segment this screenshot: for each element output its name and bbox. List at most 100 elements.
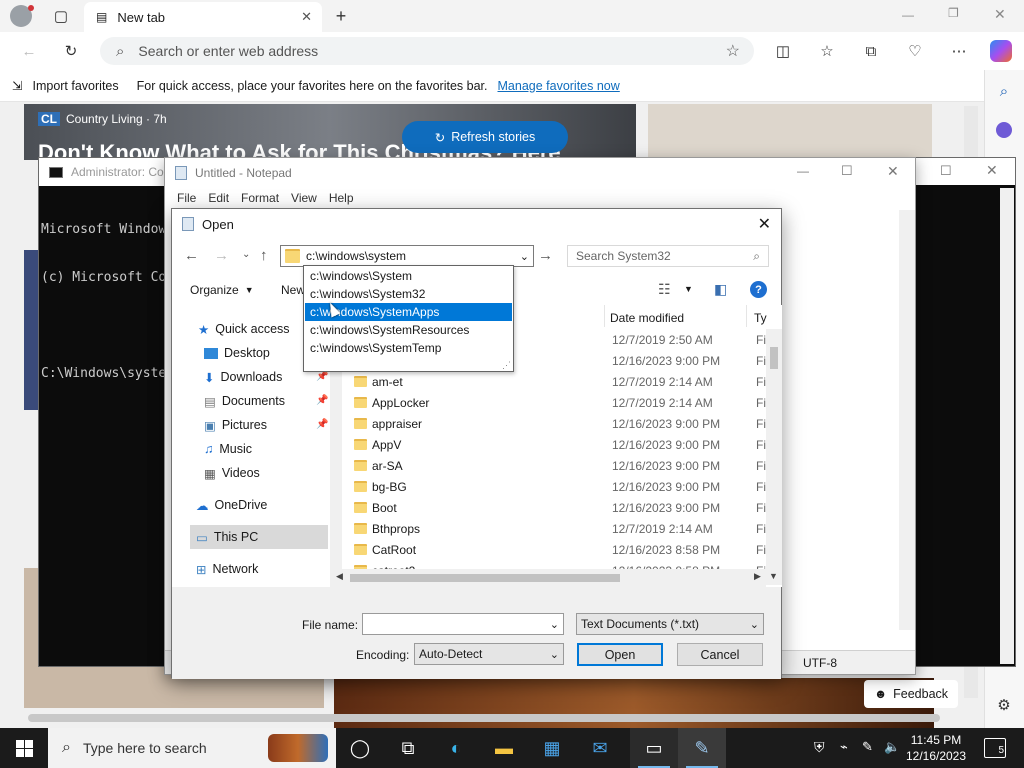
- cancel-button[interactable]: Cancel: [677, 643, 763, 666]
- menu-format[interactable]: Format: [235, 191, 285, 205]
- nav-videos[interactable]: ▦ Videos: [204, 461, 260, 485]
- start-button[interactable]: [0, 728, 48, 768]
- terminal-maximize-icon[interactable]: ☐: [940, 163, 952, 179]
- chevron-down-icon[interactable]: ⌄: [550, 648, 559, 661]
- file-row[interactable]: ar-SA 12/16/2023 9:00 PM Fi: [352, 455, 772, 476]
- favorites-icon[interactable]: ☆: [816, 40, 838, 62]
- address-bar[interactable]: ⌕ Search or enter web address ☆: [100, 37, 754, 65]
- security-icon[interactable]: ⛨: [814, 739, 825, 756]
- add-favorite-icon[interactable]: ☆: [726, 41, 740, 61]
- vscroll-thumb[interactable]: [770, 347, 778, 369]
- column-header-date[interactable]: Date modified: [610, 311, 684, 325]
- horizontal-scrollbar[interactable]: [28, 714, 940, 722]
- refresh-icon[interactable]: ↻: [60, 40, 82, 62]
- open-button[interactable]: Open: [577, 643, 663, 666]
- settings-icon[interactable]: ⚙: [993, 694, 1015, 716]
- cortana-icon[interactable]: ◯: [336, 728, 384, 768]
- task-view-icon[interactable]: ⧉: [384, 728, 432, 768]
- nav-forward-icon[interactable]: →: [214, 247, 229, 264]
- chevron-down-icon[interactable]: ⌄: [520, 250, 529, 263]
- back-icon[interactable]: ←: [18, 40, 40, 62]
- chevron-down-icon[interactable]: ⌄: [550, 618, 559, 631]
- view-options-icon[interactable]: ☷: [658, 281, 671, 298]
- import-favorites-link[interactable]: Import favorites: [32, 79, 118, 93]
- path-input[interactable]: c:\windows\system ⌄: [280, 245, 534, 267]
- tab-new-tab[interactable]: ▤ New tab ✕: [84, 2, 322, 32]
- view-caret-icon[interactable]: ▼: [684, 284, 693, 294]
- nav-documents[interactable]: ▤ Documents: [204, 389, 285, 413]
- autocomplete-item[interactable]: c:\windows\System: [305, 267, 512, 285]
- network-status-icon[interactable]: ⌁: [840, 739, 848, 755]
- edge-taskbar-icon[interactable]: ◐: [432, 728, 480, 768]
- file-row[interactable]: AppV 12/16/2023 9:00 PM Fi: [352, 434, 772, 455]
- nav-onedrive[interactable]: ☁ OneDrive: [196, 493, 267, 517]
- volume-icon[interactable]: 🔈: [884, 739, 900, 755]
- chevron-down-icon[interactable]: ⌄: [750, 618, 759, 631]
- scroll-down-icon[interactable]: ▼: [769, 571, 778, 581]
- terminal-close-icon[interactable]: ✕: [986, 162, 998, 179]
- file-explorer-icon[interactable]: ▬: [480, 728, 528, 768]
- autocomplete-item[interactable]: c:\windows\SystemResources: [305, 321, 512, 339]
- terminal-taskbar-icon[interactable]: ▭: [630, 728, 678, 768]
- news-card-right[interactable]: [648, 104, 932, 160]
- file-type-select[interactable]: Text Documents (*.txt) ⌄: [576, 613, 764, 635]
- search-input[interactable]: Search System32 ⌕: [567, 245, 769, 267]
- file-row[interactable]: am-et 12/7/2019 2:14 AM Fi: [352, 371, 772, 392]
- dialog-titlebar[interactable]: Open ✕: [172, 209, 781, 239]
- clock[interactable]: 11:45 PM 12/16/2023: [900, 732, 972, 764]
- recent-locations-icon[interactable]: ⌄: [242, 249, 250, 260]
- copilot-icon[interactable]: [990, 40, 1012, 62]
- nav-network[interactable]: ⊞ Network: [196, 557, 258, 581]
- go-arrow-icon[interactable]: →: [538, 247, 553, 264]
- notepad-minimize-icon[interactable]: —: [797, 164, 809, 178]
- file-row[interactable]: Boot 12/16/2023 9:00 PM Fi: [352, 497, 772, 518]
- notepad-maximize-icon[interactable]: ☐: [841, 163, 853, 179]
- terminal-scrollbar[interactable]: [1000, 188, 1014, 664]
- nav-up-icon[interactable]: ↑: [260, 247, 268, 264]
- nav-this-pc[interactable]: ▭ This PC: [190, 525, 328, 549]
- nav-quick-access[interactable]: ★ Quick access: [198, 317, 290, 341]
- menu-help[interactable]: Help: [323, 191, 360, 205]
- nav-desktop[interactable]: Desktop: [204, 341, 270, 365]
- new-folder-button[interactable]: New: [281, 283, 305, 297]
- collections-icon[interactable]: ⧉: [860, 40, 882, 62]
- new-tab-button[interactable]: +: [330, 5, 352, 27]
- minimize-icon[interactable]: —: [902, 8, 914, 22]
- scroll-left-icon[interactable]: ◀: [336, 571, 343, 582]
- restore-icon[interactable]: ❐: [948, 6, 959, 20]
- refresh-stories-button[interactable]: ↻ Refresh stories: [402, 121, 568, 153]
- close-window-icon[interactable]: ✕: [994, 6, 1006, 23]
- close-tab-icon[interactable]: ✕: [301, 9, 312, 25]
- hscroll-thumb[interactable]: [350, 574, 620, 582]
- pen-icon[interactable]: ✎: [862, 739, 873, 755]
- notepad-scrollbar[interactable]: [899, 210, 915, 630]
- file-row[interactable]: bg-BG 12/16/2023 9:00 PM Fi: [352, 476, 772, 497]
- nav-pictures[interactable]: ▣ Pictures: [204, 413, 267, 437]
- split-screen-icon[interactable]: ◫: [772, 40, 794, 62]
- menu-view[interactable]: View: [285, 191, 323, 205]
- sidebar-copilot-icon[interactable]: [996, 122, 1012, 138]
- taskbar-search-box[interactable]: ⌕ Type here to search: [48, 728, 336, 768]
- feedback-button[interactable]: ☻ Feedback: [864, 680, 958, 708]
- more-menu-icon[interactable]: ⋯: [948, 40, 970, 62]
- sidebar-search-icon[interactable]: ⌕: [993, 80, 1015, 102]
- notepad-taskbar-icon[interactable]: ✎: [678, 728, 726, 768]
- performance-icon[interactable]: ♡: [904, 40, 926, 62]
- nav-music[interactable]: ♫ Music: [204, 437, 252, 461]
- file-row[interactable]: Bthprops 12/7/2019 2:14 AM Fi: [352, 518, 772, 539]
- file-row[interactable]: CatRoot 12/16/2023 8:58 PM Fi: [352, 539, 772, 560]
- resize-grip-icon[interactable]: ⋰: [502, 360, 511, 371]
- file-name-input[interactable]: ⌄: [362, 613, 564, 635]
- nav-back-icon[interactable]: ←: [184, 247, 199, 264]
- scroll-right-icon[interactable]: ▶: [754, 571, 761, 582]
- dialog-close-icon[interactable]: ✕: [758, 214, 771, 234]
- encoding-select[interactable]: Auto-Detect ⌄: [414, 643, 564, 665]
- file-row[interactable]: appraiser 12/16/2023 9:00 PM Fi: [352, 413, 772, 434]
- tab-actions-icon[interactable]: ▢: [50, 5, 72, 27]
- autocomplete-item[interactable]: c:\windows\SystemTemp: [305, 339, 512, 357]
- autocomplete-item[interactable]: c:\windows\System32: [305, 285, 512, 303]
- column-header-type[interactable]: Ty: [754, 311, 767, 325]
- preview-pane-icon[interactable]: ◧: [714, 281, 727, 298]
- menu-edit[interactable]: Edit: [202, 191, 235, 205]
- organize-button[interactable]: Organize ▼: [190, 283, 254, 297]
